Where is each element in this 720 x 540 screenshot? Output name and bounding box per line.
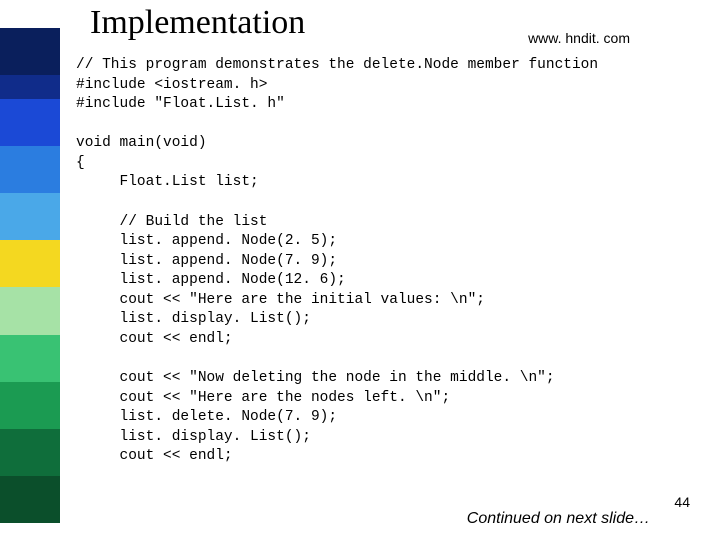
sidebar-color-block <box>0 382 60 406</box>
sidebar-color-block <box>0 476 60 500</box>
slide-title: Implementation <box>90 4 305 42</box>
sidebar-color-block <box>0 500 60 524</box>
sidebar-color-block <box>0 311 60 335</box>
sidebar-color-block <box>0 264 60 288</box>
sidebar-color-block <box>0 75 60 99</box>
page-number: 44 <box>674 494 690 510</box>
sidebar-color-block <box>0 52 60 76</box>
sidebar-color-block <box>0 28 60 52</box>
sidebar-color-block <box>0 122 60 146</box>
sidebar-color-block <box>0 405 60 429</box>
sidebar-color-block <box>0 287 60 311</box>
decorative-sidebar <box>0 28 60 523</box>
source-url: www. hndit. com <box>528 30 630 46</box>
code-block: // This program demonstrates the delete.… <box>76 56 598 467</box>
sidebar-color-block <box>0 358 60 382</box>
sidebar-color-block <box>0 146 60 170</box>
sidebar-color-block <box>0 452 60 476</box>
sidebar-color-block <box>0 193 60 217</box>
sidebar-color-block <box>0 429 60 453</box>
sidebar-color-block <box>0 169 60 193</box>
sidebar-color-block <box>0 335 60 359</box>
continued-note: Continued on next slide… <box>467 510 650 528</box>
sidebar-color-block <box>0 240 60 264</box>
sidebar-color-block <box>0 217 60 241</box>
sidebar-color-block <box>0 99 60 123</box>
